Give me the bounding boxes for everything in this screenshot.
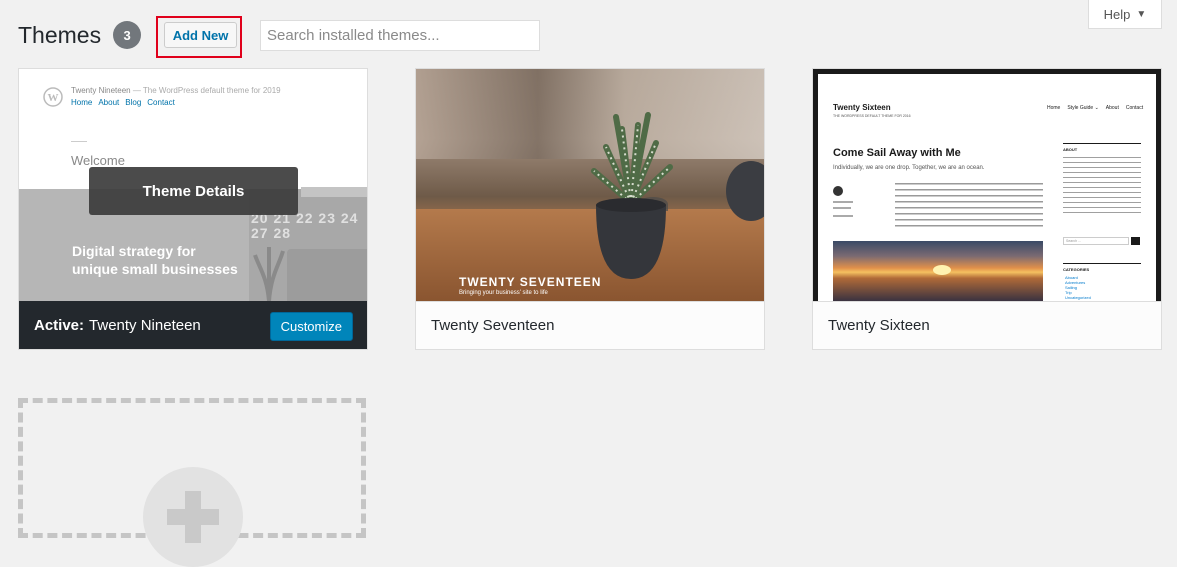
- preview-hero-line2: unique small businesses: [72, 261, 238, 277]
- preview-site-title: TWENTY SEVENTEEN: [459, 275, 602, 289]
- preview-nav-contact: Contact: [1125, 105, 1144, 111]
- preview-nav-contact: Contact: [147, 98, 175, 107]
- page-title: Themes: [18, 21, 102, 48]
- preview-tagline: Bringing your business' site to life: [459, 290, 548, 296]
- theme-card-twenty-nineteen[interactable]: W Twenty Nineteen — The WordPress defaul…: [18, 68, 368, 350]
- preview-nav-home: Home: [71, 98, 93, 107]
- page-header: Themes 3: [18, 18, 142, 52]
- calendar-day: 23: [318, 210, 336, 226]
- theme-name: Twenty Sixteen: [813, 301, 1161, 349]
- plus-icon: [143, 467, 243, 567]
- preview-nav-about: About: [98, 98, 120, 107]
- preview-sidebar-about: ABOUT: [1063, 147, 1078, 152]
- theme-count-badge: 3: [113, 21, 142, 49]
- preview-sidebar-categories: CATEGORIES: [1063, 267, 1090, 272]
- preview-nav-about: About: [1105, 105, 1119, 111]
- preview-welcome-heading: Welcome: [71, 153, 125, 168]
- preview-nav-style-guide: Style Guide ⌄: [1067, 105, 1099, 111]
- preview-post-intro: Individually, we are one drop. Together,…: [833, 165, 985, 171]
- preview-sidebar-search: Search ...: [1063, 237, 1129, 245]
- preview-tagline: THE WORDPRESS DEFAULT THEME FOR 2016: [833, 114, 911, 118]
- add-new-button[interactable]: Add New: [164, 22, 237, 48]
- preview-nav-home: Home: [1047, 105, 1061, 111]
- search-themes-input[interactable]: [260, 20, 540, 51]
- theme-screenshot-twenty-sixteen[interactable]: Twenty Sixteen THE WORDPRESS DEFAULT THE…: [813, 69, 1161, 301]
- customize-button[interactable]: Customize: [269, 312, 353, 341]
- help-label: Help: [1103, 6, 1131, 22]
- theme-name: Twenty Nineteen: [89, 316, 201, 334]
- svg-text:W: W: [48, 92, 59, 104]
- plant-icon: [253, 247, 285, 301]
- preview-site-title: Twenty Nineteen: [71, 86, 131, 95]
- preview-hero-line1: Digital strategy for: [72, 243, 196, 259]
- help-tab-button[interactable]: Help ▼: [1088, 0, 1162, 29]
- wordpress-icon: W: [43, 87, 63, 107]
- preview-tagline: — The WordPress default theme for 2019: [132, 86, 281, 95]
- preview-site-title: Twenty Sixteen: [833, 103, 891, 112]
- active-label: Active:: [34, 316, 85, 334]
- theme-card-twenty-seventeen[interactable]: TWENTY SEVENTEEN Bringing your business'…: [415, 68, 765, 350]
- theme-screenshot-twenty-seventeen[interactable]: TWENTY SEVENTEEN Bringing your business'…: [416, 69, 764, 301]
- theme-card-twenty-sixteen[interactable]: Twenty Sixteen THE WORDPRESS DEFAULT THE…: [812, 68, 1162, 350]
- add-new-theme-tile[interactable]: [18, 398, 366, 567]
- category-link: Uncategorized: [1065, 295, 1091, 300]
- preview-nav-blog: Blog: [125, 98, 142, 107]
- theme-screenshot-twenty-nineteen[interactable]: W Twenty Nineteen — The WordPress defaul…: [19, 69, 367, 301]
- caret-down-icon: ▼: [1136, 8, 1147, 20]
- preview-post-title: Come Sail Away with Me: [833, 147, 961, 159]
- theme-name: Twenty Seventeen: [416, 301, 764, 349]
- succulent-plant-icon: [591, 112, 673, 279]
- theme-details-button[interactable]: Theme Details: [89, 167, 298, 215]
- active-theme-bar: Active: Twenty Nineteen Customize: [19, 301, 367, 349]
- calendar-day: 22: [295, 210, 314, 226]
- calendar-day: 24: [340, 210, 359, 226]
- avatar: [833, 186, 843, 196]
- preview-post-body: [895, 183, 1043, 231]
